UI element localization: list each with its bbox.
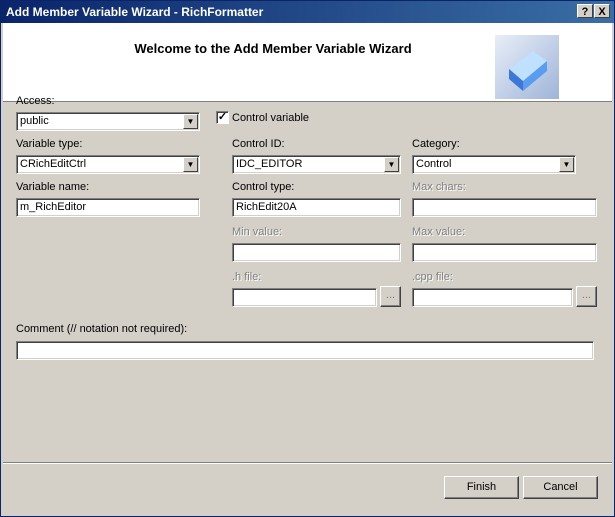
control-id-value: IDC_EDITOR [236, 158, 303, 170]
access-value: public [20, 115, 49, 127]
h-file-input[interactable] [232, 288, 377, 307]
h-file-label: .h file: [232, 271, 262, 283]
control-id-select[interactable]: IDC_EDITOR ▼ [232, 155, 401, 174]
wizard-cube-icon [495, 35, 559, 99]
cpp-file-label: .cpp file: [412, 271, 453, 283]
wizard-header: Welcome to the Add Member Variable Wizar… [3, 23, 612, 102]
cpp-file-browse-button[interactable]: ... [576, 286, 597, 307]
category-label: Category: [412, 138, 460, 150]
category-value: Control [416, 158, 452, 170]
variable-type-value: CRichEditCtrl [20, 158, 87, 170]
dropdown-arrow-icon[interactable]: ▼ [183, 157, 198, 172]
wizard-dialog: Add Member Variable Wizard - RichFormatt… [0, 0, 615, 517]
footer-separator [3, 462, 612, 464]
min-value-label: Min value: [232, 226, 283, 238]
variable-name-input[interactable]: m_RichEditor [16, 198, 200, 217]
variable-type-select[interactable]: CRichEditCtrl ▼ [16, 155, 200, 174]
max-value-input[interactable] [412, 243, 597, 262]
max-chars-input[interactable] [412, 198, 597, 217]
cpp-file-input[interactable] [412, 288, 573, 307]
cancel-button[interactable]: Cancel [523, 476, 598, 499]
finish-button[interactable]: Finish [444, 476, 519, 499]
category-select[interactable]: Control ▼ [412, 155, 576, 174]
control-type-label: Control type: [232, 181, 295, 193]
control-variable-label: Control variable [232, 112, 310, 124]
close-button[interactable]: X [594, 4, 610, 18]
dropdown-arrow-icon[interactable]: ▼ [384, 157, 399, 172]
control-variable-checkbox[interactable]: ✓ [216, 111, 229, 124]
access-select[interactable]: public ▼ [16, 112, 200, 131]
dropdown-arrow-icon[interactable]: ▼ [559, 157, 574, 172]
min-value-input[interactable] [232, 243, 401, 262]
dropdown-arrow-icon[interactable]: ▼ [183, 114, 198, 129]
max-value-label: Max value: [412, 226, 466, 238]
comment-input[interactable] [16, 341, 594, 360]
control-type-input[interactable]: RichEdit20A [232, 198, 401, 217]
h-file-browse-button[interactable]: ... [380, 286, 401, 307]
header-title: Welcome to the Add Member Variable Wizar… [134, 41, 412, 56]
window-title: Add Member Variable Wizard - RichFormatt… [6, 5, 264, 19]
title-bar[interactable]: Add Member Variable Wizard - RichFormatt… [1, 1, 614, 23]
variable-name-label: Variable name: [16, 181, 90, 193]
control-id-label: Control ID: [232, 138, 285, 150]
access-label: Access: [16, 95, 55, 107]
comment-label: Comment (// notation not required): [16, 323, 188, 335]
variable-type-label: Variable type: [16, 138, 83, 150]
max-chars-label: Max chars: [412, 181, 466, 193]
help-button[interactable]: ? [577, 4, 593, 18]
